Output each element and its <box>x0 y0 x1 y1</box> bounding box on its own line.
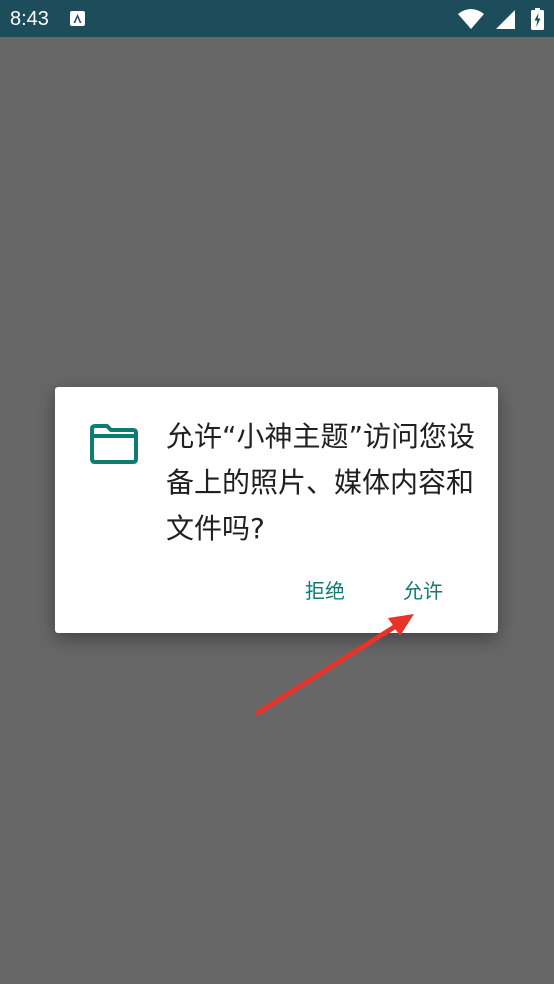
battery-charging-icon <box>531 8 544 30</box>
allow-button[interactable]: 允许 <box>403 575 443 604</box>
status-bar: 8:43 <box>0 0 554 37</box>
status-time: 8:43 <box>10 8 49 30</box>
permission-dialog: 允许“小神主题”访问您设备上的照片、媒体内容和文件吗? 拒绝 允许 <box>55 387 498 633</box>
folder-icon <box>90 424 138 464</box>
wifi-icon <box>458 9 484 29</box>
deny-button[interactable]: 拒绝 <box>305 575 345 604</box>
dialog-message: 允许“小神主题”访问您设备上的照片、媒体内容和文件吗? <box>166 420 476 545</box>
accessibility-notification-icon <box>70 11 85 26</box>
signal-icon <box>496 10 515 29</box>
